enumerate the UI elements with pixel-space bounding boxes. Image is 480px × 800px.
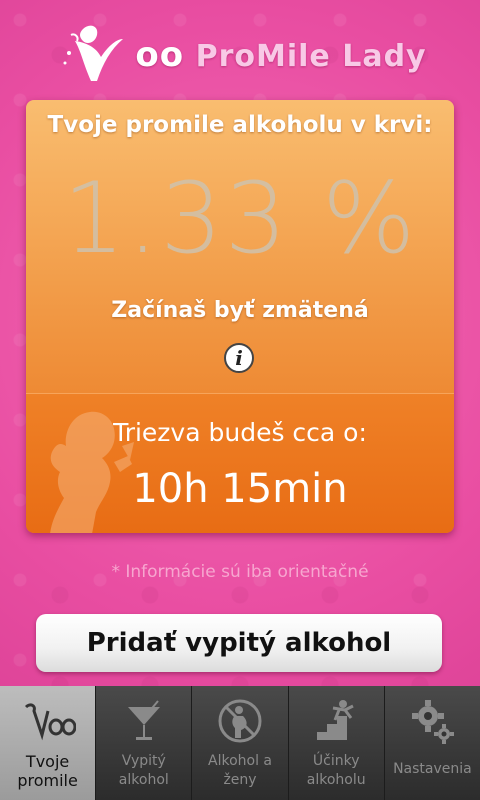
cocktail-glass-icon [114,696,174,746]
app-logo: oo ProMile Lady [0,20,480,90]
promile-title: Tvoje promile alkoholu v krvi: [47,112,433,138]
tab-label-line2: ženy [223,772,257,788]
tab-ucinky-alkoholu[interactable]: Účinky alkoholu [287,686,384,800]
tab-label-line1: Nastavenia [393,761,472,777]
logo-promile: ProMile [195,39,331,74]
logo-oo: oo [135,35,185,75]
falling-stairs-icon [306,696,366,746]
promile-panel: Tvoje promile alkoholu v krvi: 1.33 % Za… [26,100,454,393]
voo-logo-icon [18,696,78,746]
bottom-tab-bar: Tvoje promile Vypitý alkohol Alkohol a ž… [0,686,480,800]
tab-label-line1: Účinky [312,753,360,769]
promile-card: Tvoje promile alkoholu v krvi: 1.33 % Za… [26,100,454,533]
tab-label-line1: Tvoje [25,752,70,771]
woman-figure-logo-icon [53,23,133,87]
tab-label-line1: Alkohol a [208,753,272,769]
tab-label-line2: alkoholu [306,772,366,788]
sober-label: Triezva budeš cca o: [113,418,367,447]
tab-nastavenia[interactable]: Nastavenia [383,686,480,800]
tab-alkohol-a-zeny[interactable]: Alkohol a ženy [191,686,287,800]
app-title: oo ProMile Lady [135,35,426,75]
tab-tvoje-promile[interactable]: Tvoje promile [0,686,96,800]
disclaimer-text: * Informácie sú iba orientačné [111,562,369,582]
sober-panel: Triezva budeš cca o: 10h 15min [26,393,454,533]
tab-label-line2: promile [17,771,78,790]
logo-lady: Lady [342,39,427,74]
sober-time: 10h 15min [132,466,348,512]
promile-value: 1.33 % [62,162,418,276]
tab-vypity-alkohol[interactable]: Vypitý alkohol [95,686,191,800]
add-drink-button[interactable]: Pridať vypitý alkohol [36,614,442,672]
pregnant-woman-icon [210,696,270,746]
gears-icon [402,696,462,746]
info-icon[interactable]: i [224,343,254,373]
tab-label-line2: alkohol [118,772,169,788]
status-text: Začínaš byť zmätená [111,298,369,323]
tab-label-line1: Vypitý [121,753,166,769]
